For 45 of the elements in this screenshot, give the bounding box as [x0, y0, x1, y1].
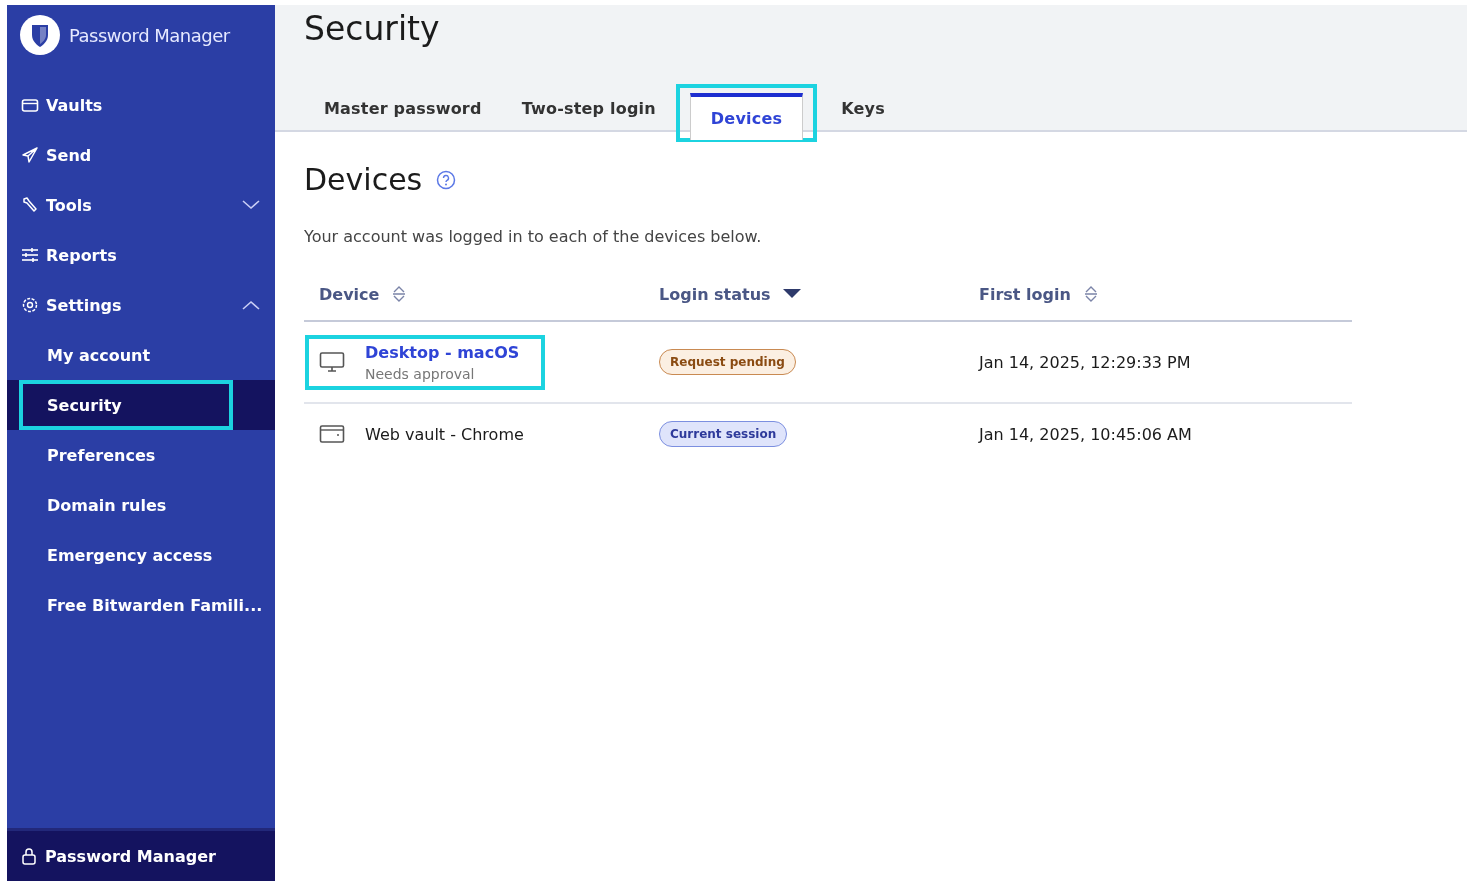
sort-icon — [1082, 284, 1099, 304]
table-cell: Jan 14, 2025, 12:29:33 PM — [964, 321, 1352, 403]
nav-item[interactable]: Reports — [7, 230, 275, 280]
section-heading: Devices — [304, 162, 423, 197]
column-header[interactable]: Device — [319, 284, 408, 304]
card-icon — [21, 97, 39, 113]
page-title: Security — [304, 8, 441, 50]
tab[interactable]: Master password — [304, 87, 502, 130]
nav-item[interactable]: Tools — [7, 180, 275, 230]
nav-item[interactable]: Send — [7, 130, 275, 180]
lock-icon — [21, 847, 37, 865]
product-switcher[interactable]: Password Manager — [7, 828, 275, 881]
gear-icon — [21, 296, 39, 314]
tab[interactable]: Keys — [821, 87, 905, 130]
browser-window-icon — [319, 424, 345, 444]
nav-item[interactable]: Settings — [7, 280, 275, 330]
monitor-icon — [319, 351, 345, 373]
nav-item[interactable]: Domain rules — [7, 480, 275, 530]
description-text: Your account was logged in to each of the devices below. — [304, 227, 763, 246]
sort-descending-icon — [782, 289, 801, 299]
table-cell: Jan 14, 2025, 10:45:06 AM — [964, 403, 1352, 464]
sort-icon — [391, 284, 408, 304]
tab[interactable]: Two-step login — [501, 87, 676, 130]
wrench-icon — [21, 196, 39, 214]
tab[interactable]: Devices — [689, 93, 804, 140]
column-header[interactable]: Login status — [659, 284, 801, 304]
shield-logo — [19, 14, 61, 56]
nav-item[interactable]: My account — [7, 330, 275, 380]
device-subtitle: Needs approval — [365, 365, 476, 382]
device-link[interactable]: Desktop - macOS — [365, 342, 520, 362]
paper-plane-icon — [21, 146, 39, 164]
chevron-icon — [241, 299, 261, 311]
help-icon[interactable] — [436, 169, 457, 190]
status-badge: Current session — [659, 421, 788, 447]
chevron-icon — [241, 199, 261, 211]
nav-item[interactable]: Free Bitwarden Famili... — [7, 580, 275, 630]
app-name: Password Manager — [69, 24, 230, 46]
status-badge: Request pending — [659, 349, 796, 375]
nav-item[interactable]: Vaults — [7, 80, 275, 130]
nav-item[interactable]: Preferences — [7, 430, 275, 480]
device-name: Web vault - Chrome — [365, 424, 524, 444]
nav-item[interactable]: Emergency access — [7, 530, 275, 580]
column-header[interactable]: First login — [979, 284, 1099, 304]
nav-item[interactable]: Security — [19, 380, 233, 430]
sliders-icon — [21, 247, 39, 263]
